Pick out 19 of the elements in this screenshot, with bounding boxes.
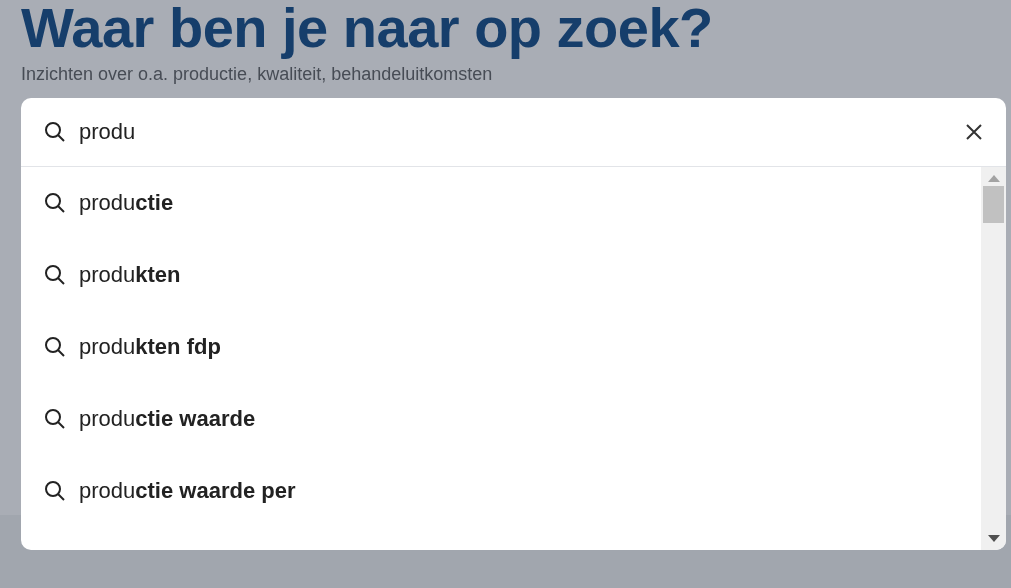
page-heading: Waar ben je naar op zoek? [21,0,714,61]
scrollbar[interactable] [981,167,1006,550]
search-icon [43,407,67,431]
suggestion-item[interactable]: produkten fdp [21,311,981,383]
suggestion-item[interactable]: productie waarde [21,383,981,455]
scroll-up-icon[interactable] [987,175,1000,182]
close-button[interactable] [964,122,984,142]
search-icon [43,335,67,359]
suggestion-item[interactable]: productie waarde per [21,455,981,527]
search-icon [43,263,67,287]
scrollbar-thumb[interactable] [983,186,1004,223]
search-field[interactable]: produ [79,119,952,145]
suggestion-item[interactable]: productie [21,167,981,239]
search-icon [43,120,67,144]
search-icon [43,479,67,503]
search-icon [43,191,67,215]
scroll-down-icon[interactable] [987,535,1000,542]
suggestion-item[interactable]: produkten [21,239,981,311]
page-subtitle: Inzichten over o.a. productie, kwaliteit, behandeluitkomsten [21,63,494,86]
